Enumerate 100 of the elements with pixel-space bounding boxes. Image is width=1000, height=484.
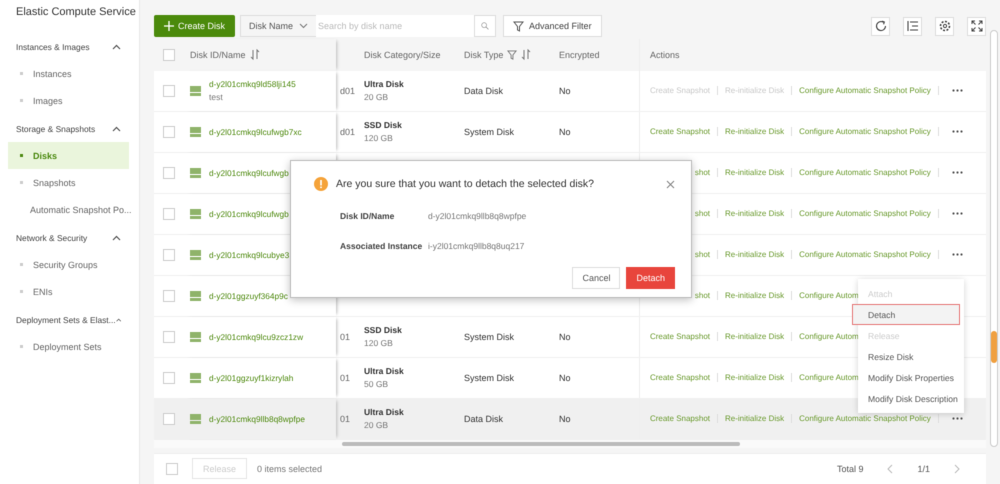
column-header: Actions xyxy=(650,50,680,60)
field-value: d-y2l01cmkq9llb8q8wpfpe xyxy=(428,211,526,221)
close-icon[interactable] xyxy=(666,180,675,188)
action-link[interactable]: shot xyxy=(694,291,710,300)
settings-icon[interactable] xyxy=(935,16,954,36)
action-link[interactable]: Configure Automatic Snapshot Policy xyxy=(799,250,931,260)
action-link[interactable]: Configure Autom xyxy=(799,291,859,300)
nav-group-header[interactable]: Network & Security xyxy=(0,224,139,251)
action-link[interactable]: Re-initialize Disk xyxy=(725,373,784,382)
action-link[interactable]: Configure Automatic Snapshot Policy xyxy=(799,127,931,136)
select-all-checkbox[interactable] xyxy=(163,48,175,61)
more-icon[interactable] xyxy=(952,417,963,420)
filter-icon[interactable] xyxy=(507,50,518,60)
disk-id-link[interactable]: d-y2l01ggzuyf364p9c xyxy=(209,290,288,301)
action-link[interactable]: Re-initialize Disk xyxy=(725,127,784,136)
nav-item[interactable]: Disks xyxy=(8,142,129,169)
row-checkbox[interactable] xyxy=(163,248,175,261)
disk-id-link[interactable]: d-y2l01cmkq9llb8q8wpfpe xyxy=(209,414,305,424)
refresh-icon[interactable] xyxy=(871,16,890,36)
action-link[interactable]: Configure Automatic Snapshot Policy xyxy=(799,168,931,178)
disk-icon xyxy=(190,372,201,383)
action-link[interactable]: Configure Autom xyxy=(799,332,859,342)
more-icon[interactable] xyxy=(952,130,963,134)
nav-item[interactable]: Automatic Snapshot Po... xyxy=(8,196,129,223)
action-link[interactable]: Re-initialize Disk xyxy=(725,291,784,300)
sort-icon[interactable] xyxy=(250,49,260,60)
action-link[interactable]: Create Snapshot xyxy=(650,127,710,136)
disk-size: 20 GB xyxy=(364,420,388,430)
action-link[interactable]: Configure Automatic Snapshot Policy xyxy=(799,209,931,218)
disk-id-link[interactable]: d-y2l01cmkq9lcu9zcz1zw xyxy=(209,332,304,342)
table-cell: 01 xyxy=(340,332,350,342)
action-link[interactable]: Configure Automatic Snapshot Policy xyxy=(799,414,931,424)
table-cell: No xyxy=(559,414,571,424)
previous-page-icon[interactable] xyxy=(887,464,894,474)
more-icon[interactable] xyxy=(952,171,963,174)
row-checkbox[interactable] xyxy=(163,208,175,220)
menu-item[interactable]: Modify Disk Properties xyxy=(858,367,960,388)
sort-icon[interactable] xyxy=(521,49,532,60)
search-button[interactable] xyxy=(474,15,496,38)
disk-id-link[interactable]: d-y2l01cmkq9lcufwgb xyxy=(209,208,289,219)
next-page-icon[interactable] xyxy=(954,464,960,474)
cancel-button[interactable]: Cancel xyxy=(572,267,620,289)
action-link[interactable]: Re-initialize Disk xyxy=(725,209,784,218)
action-link[interactable]: shot xyxy=(694,209,710,218)
detach-button[interactable]: Detach xyxy=(626,267,675,289)
row-checkbox[interactable] xyxy=(163,166,175,179)
nav-group-header[interactable]: Deployment Sets & Elast... xyxy=(0,306,139,333)
advanced-filter-button[interactable]: Advanced Filter xyxy=(503,15,602,38)
table-cell: No xyxy=(559,332,571,342)
more-icon[interactable] xyxy=(952,89,963,92)
app-title: Elastic Compute Service xyxy=(15,6,137,20)
action-link[interactable]: Re-initialize Disk xyxy=(725,332,784,342)
disk-category: Ultra Disk xyxy=(364,366,404,376)
action-link[interactable]: Create Snapshot xyxy=(650,373,710,382)
action-link[interactable]: shot xyxy=(694,250,710,260)
menu-item[interactable]: Modify Disk Description xyxy=(858,388,960,409)
more-icon[interactable] xyxy=(952,253,963,256)
menu-item[interactable]: Detach xyxy=(852,304,960,325)
fullscreen-icon[interactable] xyxy=(967,16,986,36)
create-disk-button[interactable]: Create Disk xyxy=(154,15,236,38)
nav-item[interactable]: Instances xyxy=(8,60,129,87)
disk-id-link[interactable]: d-y2l01cmkq9lcubye3 xyxy=(209,250,290,260)
action-link[interactable]: Re-initialize Disk xyxy=(725,168,784,178)
vertical-scrollbar[interactable] xyxy=(990,30,998,447)
nav-item[interactable]: Snapshots xyxy=(8,169,129,196)
column-header: Disk ID/Name xyxy=(190,50,246,60)
row-checkbox[interactable] xyxy=(163,84,175,97)
disk-id-link[interactable]: d-y2l01cmkq9ld58lji145 xyxy=(209,79,296,90)
nav-item[interactable]: Deployment Sets xyxy=(8,333,129,360)
more-icon[interactable] xyxy=(952,212,963,216)
action-link[interactable]: Re-initialize Disk xyxy=(725,414,784,424)
chevron-icon xyxy=(112,234,121,240)
select-all-checkbox[interactable] xyxy=(166,462,178,475)
column-settings-icon[interactable] xyxy=(903,16,922,36)
nav-item[interactable]: Images xyxy=(8,87,129,114)
menu-item[interactable]: Resize Disk xyxy=(858,346,960,367)
disk-id-link[interactable]: d-y2l01cmkq9lcufwgb7xc xyxy=(209,126,302,137)
row-checkbox[interactable] xyxy=(163,330,175,343)
row-checkbox[interactable] xyxy=(163,290,175,302)
table-cell: No xyxy=(559,86,571,96)
nav-item[interactable]: Security Groups xyxy=(8,251,129,278)
action-link[interactable]: Re-initialize Disk xyxy=(725,250,784,260)
disk-size: 120 GB xyxy=(364,338,393,348)
action-link[interactable]: shot xyxy=(694,168,710,178)
nav-item[interactable]: ENIs xyxy=(8,278,129,305)
row-checkbox[interactable] xyxy=(163,372,175,384)
row-checkbox[interactable] xyxy=(163,412,175,425)
disk-category: Ultra Disk xyxy=(364,79,404,90)
action-link[interactable]: Create Snapshot xyxy=(650,414,710,424)
field-value: i-y2l01cmkq9llb8q8uq217 xyxy=(428,241,524,251)
nav-group-header[interactable]: Storage & Snapshots xyxy=(0,115,139,142)
nav-group-header[interactable]: Instances & Images xyxy=(0,33,139,60)
search-field[interactable]: Search by disk name xyxy=(316,15,474,38)
action-link[interactable]: Create Snapshot xyxy=(650,332,710,342)
row-checkbox[interactable] xyxy=(163,126,175,138)
table-cell: d01 xyxy=(340,86,356,96)
disk-id-link[interactable]: d-y2l01ggzuyf1kizrylah xyxy=(209,372,294,383)
disk-id-link[interactable]: d-y2l01cmkq9lcufwgb xyxy=(209,168,289,178)
action-link[interactable]: Configure Automatic Snapshot Policy xyxy=(799,86,931,96)
action-link[interactable]: Configure Autom xyxy=(799,373,859,382)
